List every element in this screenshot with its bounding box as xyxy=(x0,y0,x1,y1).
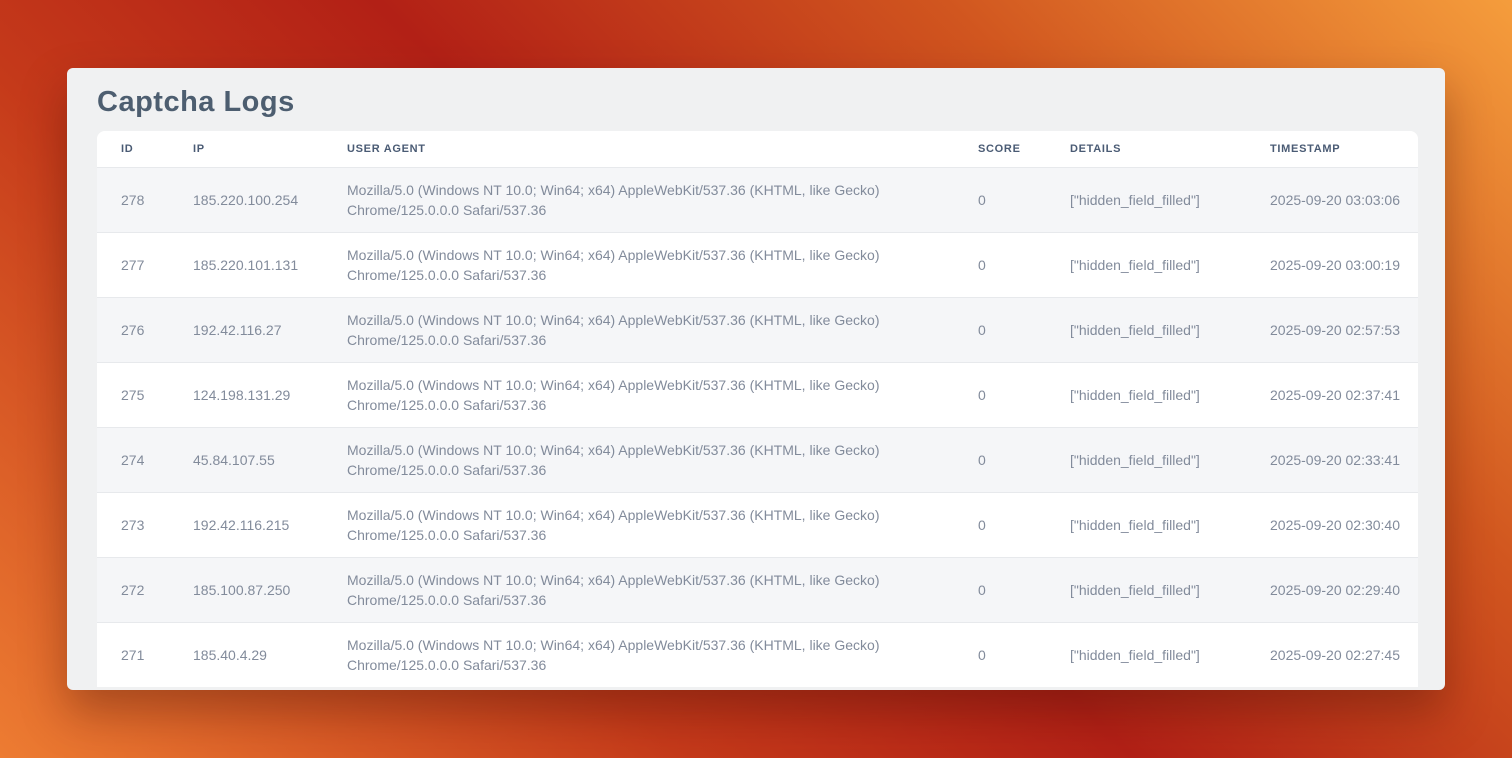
cell-ip: 192.42.116.27 xyxy=(169,297,323,362)
captcha-logs-card: Captcha Logs IDIPUSER AGENTSCOREDETAILST… xyxy=(67,68,1445,690)
cell-score: 0 xyxy=(954,297,1046,362)
cell-details: ["hidden_field_filled"] xyxy=(1046,427,1246,492)
cell-id: 274 xyxy=(97,427,169,492)
cell-user_agent: Mozilla/5.0 (Windows NT 10.0; Win64; x64… xyxy=(323,492,954,557)
cell-details: ["hidden_field_filled"] xyxy=(1046,557,1246,622)
table-row: 27445.84.107.55Mozilla/5.0 (Windows NT 1… xyxy=(97,427,1418,492)
cell-ip: 185.100.87.250 xyxy=(169,557,323,622)
cell-ip: 124.198.131.29 xyxy=(169,362,323,427)
cell-details: ["hidden_field_filled"] xyxy=(1046,232,1246,297)
cell-id: 275 xyxy=(97,362,169,427)
cell-ip: 45.84.107.55 xyxy=(169,427,323,492)
captcha-logs-table-container: IDIPUSER AGENTSCOREDETAILSTIMESTAMP 2781… xyxy=(97,131,1418,687)
cell-timestamp: 2025-09-20 02:29:40 xyxy=(1246,557,1418,622)
table-row: 277185.220.101.131Mozilla/5.0 (Windows N… xyxy=(97,232,1418,297)
table-row: 275124.198.131.29Mozilla/5.0 (Windows NT… xyxy=(97,362,1418,427)
cell-details: ["hidden_field_filled"] xyxy=(1046,492,1246,557)
column-header-timestamp: TIMESTAMP xyxy=(1246,131,1418,167)
cell-details: ["hidden_field_filled"] xyxy=(1046,362,1246,427)
cell-id: 276 xyxy=(97,297,169,362)
cell-score: 0 xyxy=(954,557,1046,622)
cell-user_agent: Mozilla/5.0 (Windows NT 10.0; Win64; x64… xyxy=(323,427,954,492)
cell-score: 0 xyxy=(954,167,1046,232)
table-row: 273192.42.116.215Mozilla/5.0 (Windows NT… xyxy=(97,492,1418,557)
cell-user_agent: Mozilla/5.0 (Windows NT 10.0; Win64; x64… xyxy=(323,362,954,427)
cell-user_agent: Mozilla/5.0 (Windows NT 10.0; Win64; x64… xyxy=(323,232,954,297)
table-row: 272185.100.87.250Mozilla/5.0 (Windows NT… xyxy=(97,557,1418,622)
cell-id: 277 xyxy=(97,232,169,297)
cell-id: 278 xyxy=(97,167,169,232)
cell-user_agent: Mozilla/5.0 (Windows NT 10.0; Win64; x64… xyxy=(323,297,954,362)
cell-ip: 185.40.4.29 xyxy=(169,622,323,687)
cell-timestamp: 2025-09-20 02:57:53 xyxy=(1246,297,1418,362)
cell-score: 0 xyxy=(954,492,1046,557)
cell-score: 0 xyxy=(954,232,1046,297)
cell-timestamp: 2025-09-20 02:37:41 xyxy=(1246,362,1418,427)
cell-timestamp: 2025-09-20 02:27:45 xyxy=(1246,622,1418,687)
cell-id: 273 xyxy=(97,492,169,557)
cell-timestamp: 2025-09-20 02:33:41 xyxy=(1246,427,1418,492)
page-title: Captcha Logs xyxy=(67,68,1445,122)
column-header-id: ID xyxy=(97,131,169,167)
column-header-user_agent: USER AGENT xyxy=(323,131,954,167)
cell-score: 0 xyxy=(954,427,1046,492)
cell-timestamp: 2025-09-20 02:30:40 xyxy=(1246,492,1418,557)
column-header-ip: IP xyxy=(169,131,323,167)
cell-timestamp: 2025-09-20 03:03:06 xyxy=(1246,167,1418,232)
cell-ip: 185.220.101.131 xyxy=(169,232,323,297)
cell-ip: 192.42.116.215 xyxy=(169,492,323,557)
table-row: 271185.40.4.29Mozilla/5.0 (Windows NT 10… xyxy=(97,622,1418,687)
column-header-score: SCORE xyxy=(954,131,1046,167)
cell-score: 0 xyxy=(954,622,1046,687)
cell-details: ["hidden_field_filled"] xyxy=(1046,622,1246,687)
cell-timestamp: 2025-09-20 03:00:19 xyxy=(1246,232,1418,297)
table-header-row: IDIPUSER AGENTSCOREDETAILSTIMESTAMP xyxy=(97,131,1418,167)
cell-user_agent: Mozilla/5.0 (Windows NT 10.0; Win64; x64… xyxy=(323,167,954,232)
cell-details: ["hidden_field_filled"] xyxy=(1046,167,1246,232)
cell-user_agent: Mozilla/5.0 (Windows NT 10.0; Win64; x64… xyxy=(323,622,954,687)
captcha-logs-table: IDIPUSER AGENTSCOREDETAILSTIMESTAMP 2781… xyxy=(97,131,1418,687)
cell-details: ["hidden_field_filled"] xyxy=(1046,297,1246,362)
cell-id: 272 xyxy=(97,557,169,622)
cell-score: 0 xyxy=(954,362,1046,427)
cell-id: 271 xyxy=(97,622,169,687)
cell-user_agent: Mozilla/5.0 (Windows NT 10.0; Win64; x64… xyxy=(323,557,954,622)
table-row: 278185.220.100.254Mozilla/5.0 (Windows N… xyxy=(97,167,1418,232)
cell-ip: 185.220.100.254 xyxy=(169,167,323,232)
column-header-details: DETAILS xyxy=(1046,131,1246,167)
table-row: 276192.42.116.27Mozilla/5.0 (Windows NT … xyxy=(97,297,1418,362)
